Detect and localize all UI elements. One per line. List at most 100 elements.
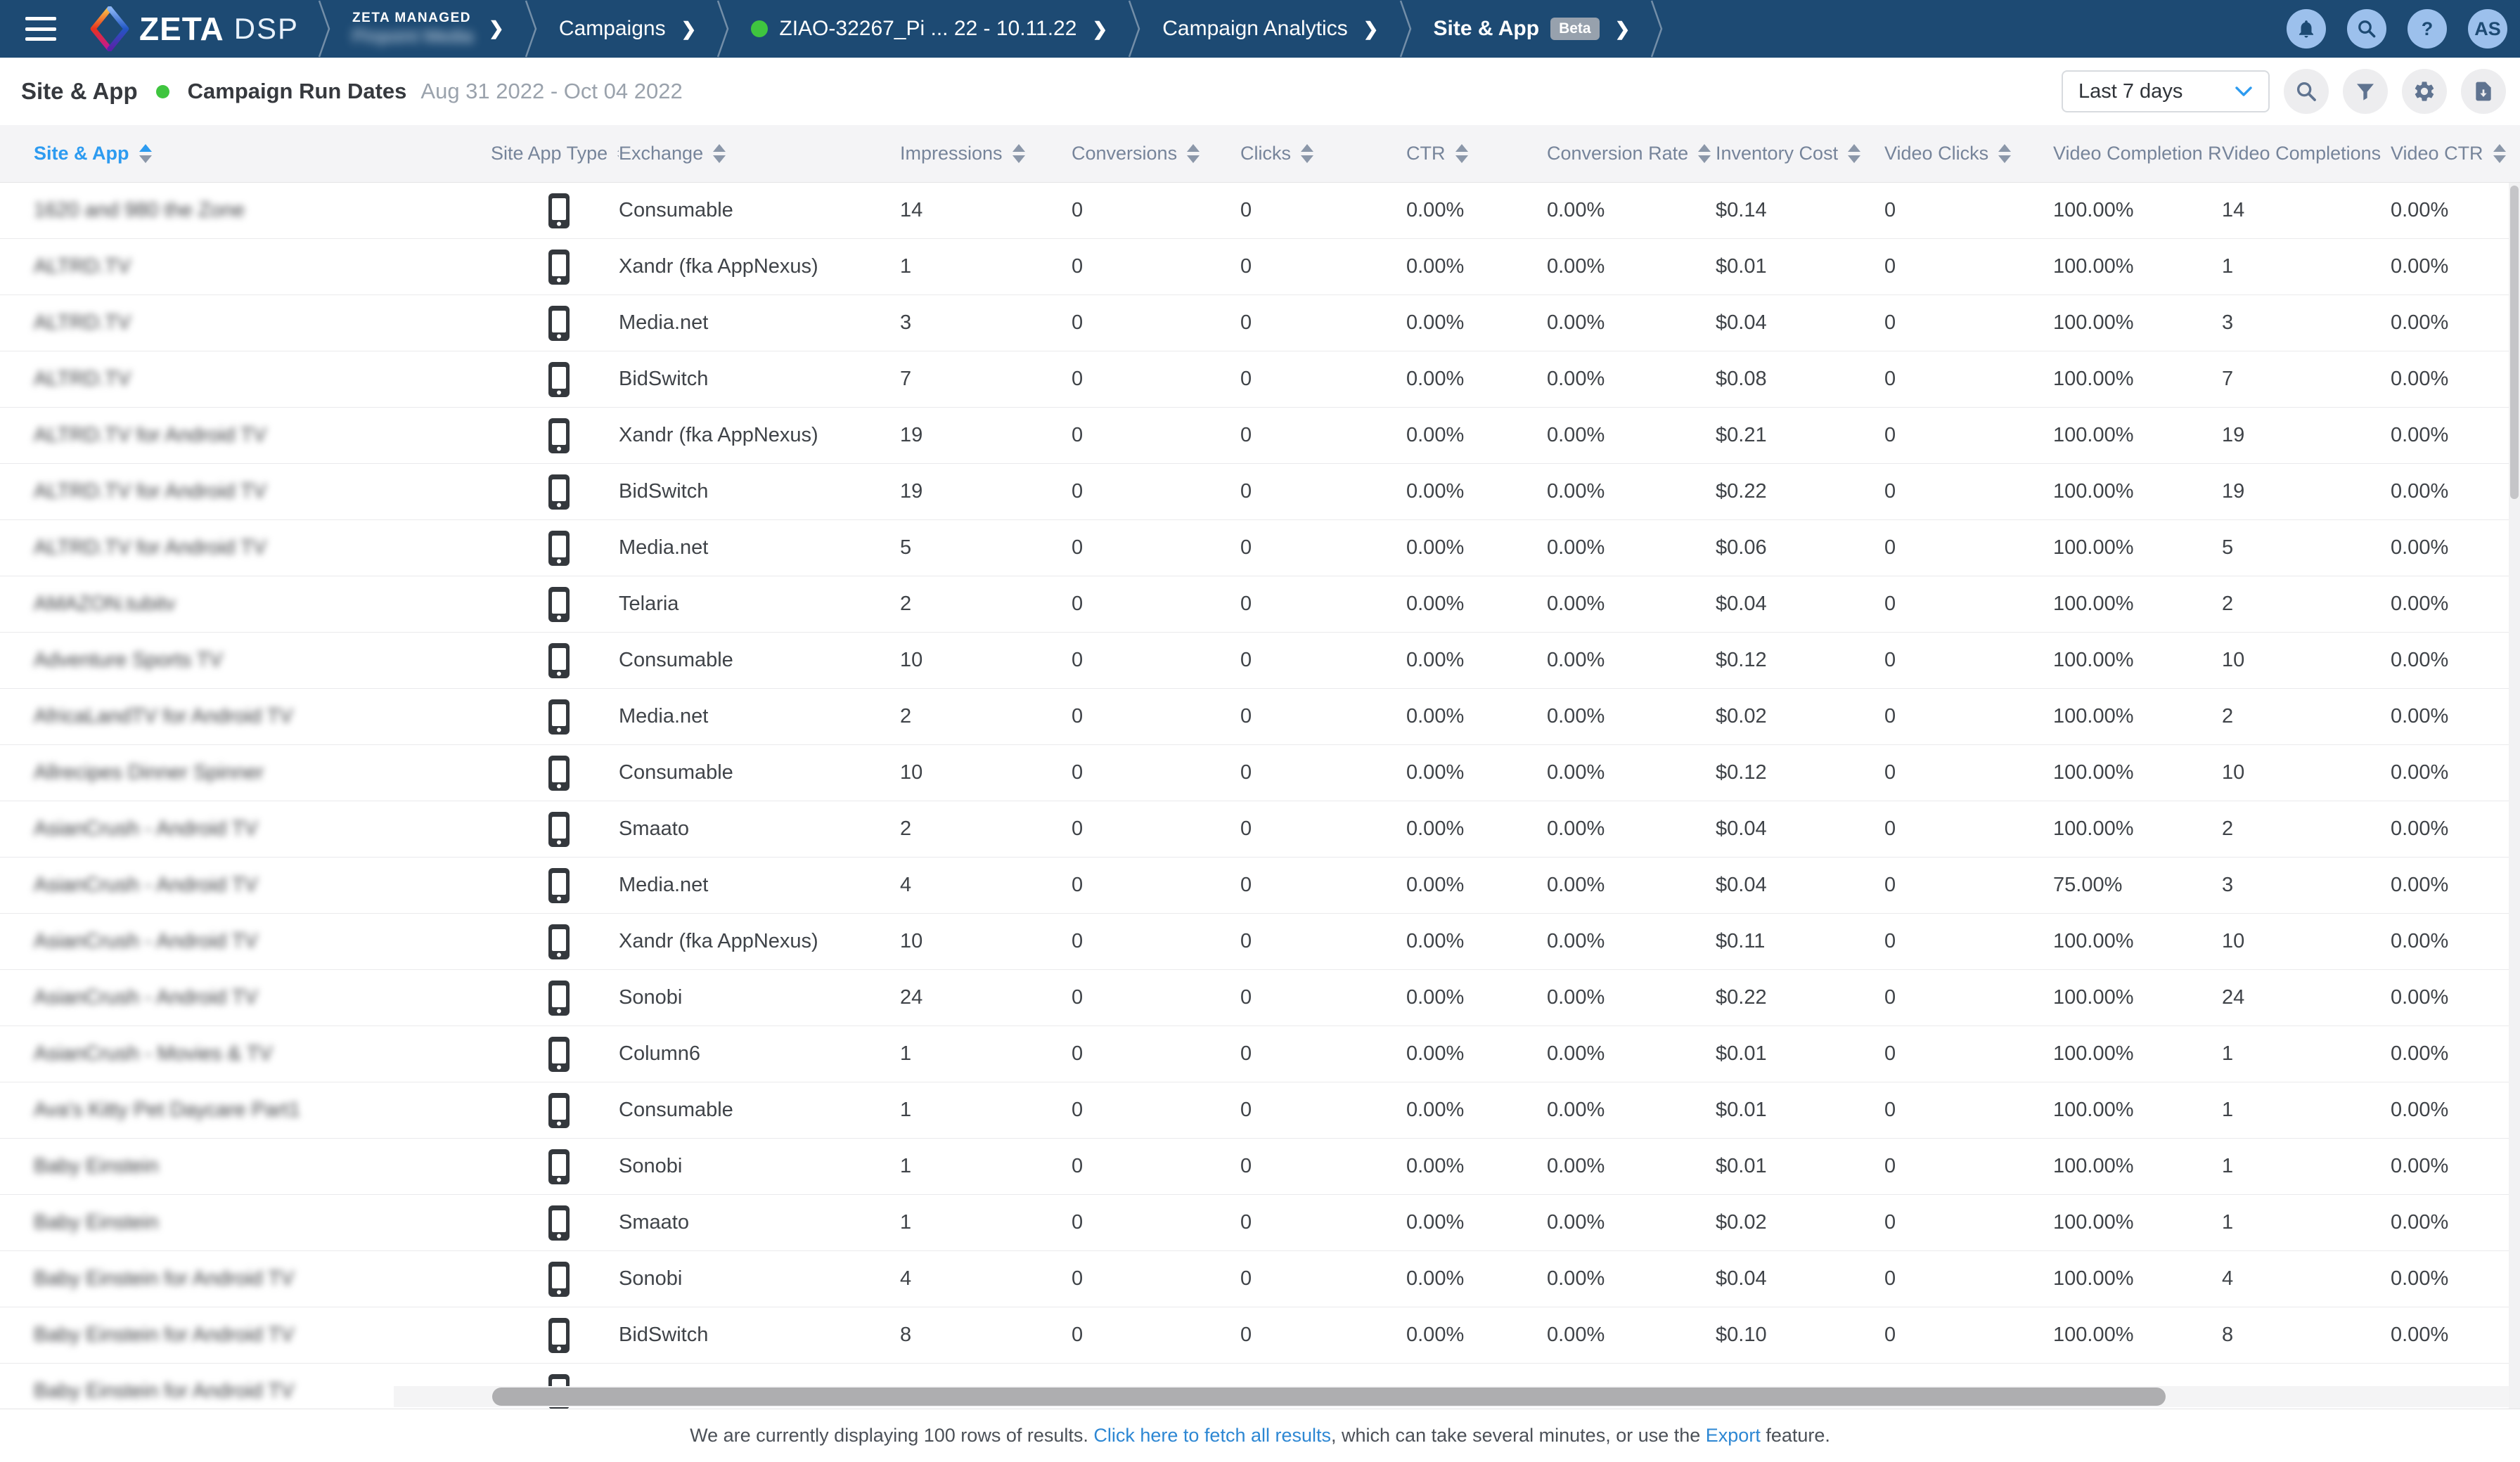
mobile-phone-icon (547, 304, 571, 342)
site-app-name[interactable]: Ava's Kitty Pet Daycare Part1 (34, 1099, 300, 1122)
notifications-button[interactable] (2287, 9, 2326, 48)
column-header-ctr[interactable]: CTR (1406, 125, 1547, 182)
site-app-name[interactable]: ALTRD.TV for Android TV (34, 536, 266, 559)
cell-video-ctr: 0.00% (2391, 874, 2448, 897)
cell-ctr: 0.00% (1406, 255, 1464, 278)
column-header-site-app-type[interactable]: Site App Type (464, 125, 619, 182)
cell-conversion-rate: 0.00% (1547, 311, 1605, 335)
site-app-name[interactable]: ALTRD.TV for Android TV (34, 424, 266, 447)
horizontal-scrollbar-thumb[interactable] (492, 1387, 2166, 1406)
site-app-name[interactable]: ALTRD.TV (34, 311, 131, 335)
breadcrumb-campaign-analytics[interactable]: Campaign Analytics ❯ (1144, 17, 1396, 41)
cell-video-ctr: 0.00% (2391, 817, 2448, 841)
site-app-name[interactable]: ALTRD.TV for Android TV (34, 480, 266, 503)
cell-clicks: 0 (1240, 874, 1252, 897)
export-link[interactable]: Export (1706, 1425, 1761, 1447)
cell-inventory-cost: $0.22 (1716, 480, 1767, 503)
breadcrumb-managed-account[interactable]: ZETA MANAGED Pinpoint Media ❯ (334, 11, 522, 47)
cell-video-completion-rate: 100.00% (2053, 649, 2134, 672)
table-row: Baby Einstein for Android TVSonobi4000.0… (0, 1251, 2520, 1307)
cell-conversions: 0 (1072, 761, 1083, 784)
column-header-inventory-cost[interactable]: Inventory Cost (1716, 125, 1884, 182)
site-app-name[interactable]: Allrecipes Dinner Spinner (34, 761, 264, 784)
column-label: Site App Type (491, 143, 608, 164)
cell-conversions: 0 (1072, 1042, 1083, 1066)
column-header-clicks[interactable]: Clicks (1240, 125, 1406, 182)
cell-clicks: 0 (1240, 817, 1252, 841)
site-app-name[interactable]: Baby Einstein for Android TV (34, 1380, 294, 1403)
site-app-name[interactable]: Baby Einstein for Android TV (34, 1267, 294, 1290)
run-status-dot (156, 85, 169, 98)
site-app-name[interactable]: Baby Einstein for Android TV (34, 1324, 294, 1347)
cell-impressions: 10 (900, 649, 922, 672)
site-app-name[interactable]: AfricaLandTV for Android TV (34, 705, 293, 728)
mobile-phone-icon (547, 361, 571, 399)
date-range-select[interactable]: Last 7 days (2062, 70, 2270, 112)
cell-exchange: Sonobi (619, 986, 682, 1009)
cell-video-ctr: 0.00% (2391, 705, 2448, 728)
cell-impressions: 19 (900, 480, 922, 503)
cell-ctr: 0.00% (1406, 311, 1464, 335)
column-header-video-completions[interactable]: Video Completions (2222, 125, 2391, 182)
table-search-button[interactable] (2284, 69, 2329, 114)
cell-video-ctr: 0.00% (2391, 593, 2448, 616)
column-header-video-ctr[interactable]: Video CTR (2391, 125, 2520, 182)
site-app-name[interactable]: AsianCrush - Android TV (34, 874, 258, 897)
campaign-name-label: ZIAO-32267_Pi ... 22 - 10.11.22 (779, 17, 1076, 41)
site-app-name[interactable]: Baby Einstein (34, 1155, 158, 1178)
cell-video-clicks: 0 (1884, 649, 1896, 672)
column-header-site-app[interactable]: Site & App (0, 125, 464, 182)
cell-video-clicks: 0 (1884, 1042, 1896, 1066)
column-settings-button[interactable] (2402, 69, 2447, 114)
breadcrumb-site-app[interactable]: Site & App Beta ❯ (1415, 17, 1649, 41)
export-button[interactable] (2461, 69, 2506, 114)
cell-conversion-rate: 0.00% (1547, 1042, 1605, 1066)
column-header-impressions[interactable]: Impressions (900, 125, 1072, 182)
cell-video-ctr: 0.00% (2391, 1324, 2448, 1347)
site-app-name[interactable]: AsianCrush - Movies & TV (34, 1042, 273, 1066)
hamburger-menu-icon[interactable] (25, 17, 56, 41)
column-label: Conversions (1072, 143, 1177, 164)
site-app-name[interactable]: Adventure Sports TV (34, 649, 223, 672)
filter-button[interactable] (2343, 69, 2388, 114)
breadcrumb-campaign[interactable]: ZIAO-32267_Pi ... 22 - 10.11.22 ❯ (733, 17, 1126, 41)
breadcrumb-campaigns[interactable]: Campaigns ❯ (541, 17, 715, 41)
breadcrumb-separator (1648, 0, 1666, 58)
cell-video-ctr: 0.00% (2391, 649, 2448, 672)
site-app-name[interactable]: 1620 and 980 the Zone (34, 199, 245, 222)
cell-video-completion-rate: 100.00% (2053, 1211, 2134, 1234)
site-app-name[interactable]: AsianCrush - Android TV (34, 986, 258, 1009)
fetch-all-results-link[interactable]: Click here to fetch all results (1093, 1425, 1331, 1447)
user-avatar[interactable]: AS (2468, 9, 2507, 48)
vertical-scrollbar-thumb[interactable] (2510, 186, 2519, 499)
column-header-conversion-rate[interactable]: Conversion Rate (1547, 125, 1716, 182)
cell-impressions: 1 (900, 1099, 911, 1122)
column-label: Impressions (900, 143, 1003, 164)
site-app-name[interactable]: ALTRD.TV (34, 368, 131, 391)
cell-conversions: 0 (1072, 311, 1083, 335)
cell-video-clicks: 0 (1884, 255, 1896, 278)
site-app-name[interactable]: Baby Einstein (34, 1211, 158, 1234)
site-app-name[interactable]: AsianCrush - Android TV (34, 817, 258, 841)
column-header-exchange[interactable]: Exchange (619, 125, 900, 182)
site-app-name[interactable]: AsianCrush - Android TV (34, 930, 258, 953)
site-app-name[interactable]: ALTRD.TV (34, 255, 131, 278)
sort-icon (2493, 144, 2506, 163)
column-header-video-clicks[interactable]: Video Clicks (1884, 125, 2053, 182)
topbar-actions: ? AS (2287, 0, 2507, 58)
cell-exchange: Telaria (619, 593, 679, 616)
global-search-button[interactable] (2347, 9, 2386, 48)
cell-video-ctr: 0.00% (2391, 255, 2448, 278)
column-header-conversions[interactable]: Conversions (1072, 125, 1240, 182)
cell-conversion-rate: 0.00% (1547, 480, 1605, 503)
site-app-name[interactable]: AMAZON.tubitv (34, 593, 175, 616)
cell-video-completions: 10 (2222, 649, 2244, 672)
cell-conversion-rate: 0.00% (1547, 649, 1605, 672)
cell-inventory-cost: $0.14 (1716, 199, 1767, 222)
help-button[interactable]: ? (2408, 9, 2447, 48)
zeta-dsp-logo[interactable]: ZETA DSP (90, 6, 299, 51)
cell-video-ctr: 0.00% (2391, 199, 2448, 222)
cell-conversion-rate: 0.00% (1547, 368, 1605, 391)
column-header-video-completion-rate[interactable]: Video Completion Rate (2053, 125, 2222, 182)
cell-ctr: 0.00% (1406, 986, 1464, 1009)
